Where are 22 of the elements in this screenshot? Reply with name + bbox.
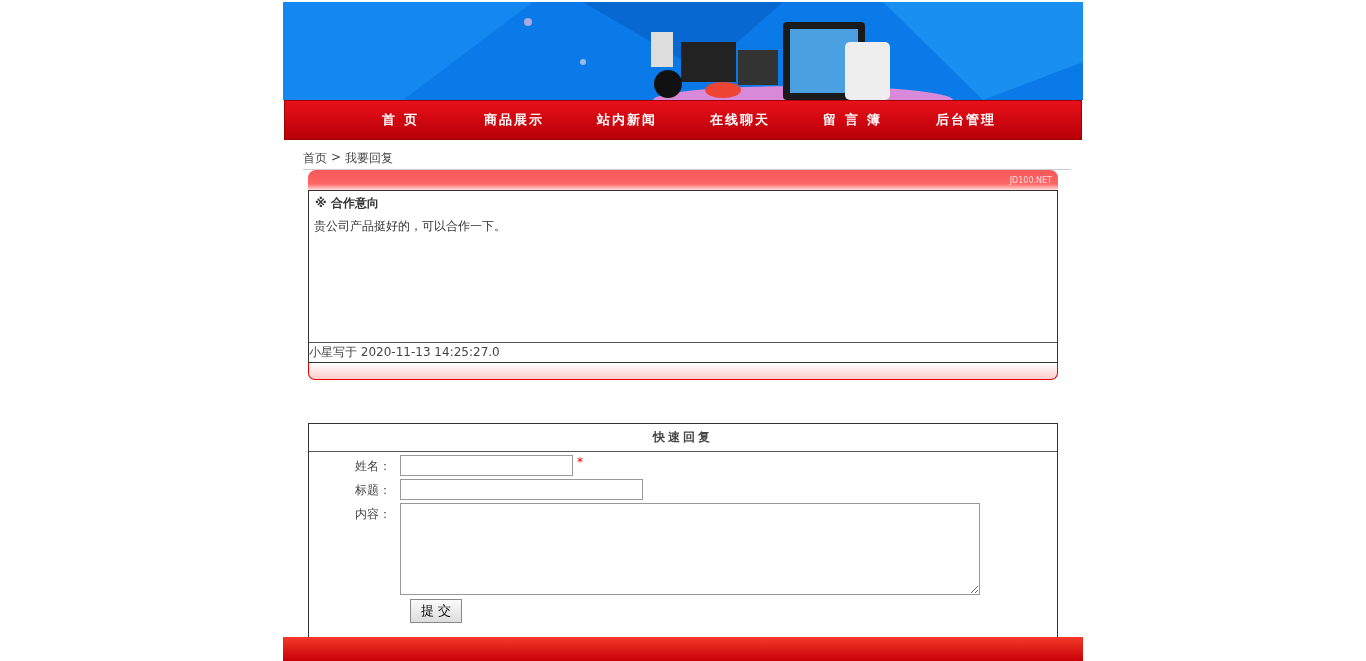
form-title: 快速回复: [309, 424, 1057, 452]
content-field[interactable]: [400, 503, 980, 595]
breadcrumb-current: 我要回复: [345, 150, 394, 167]
input-field[interactable]: [400, 479, 643, 500]
nav-link[interactable]: 在线聊天: [683, 111, 796, 129]
required-mark: *: [577, 455, 583, 469]
input-field[interactable]: [400, 455, 573, 476]
nav-link[interactable]: 首 页: [344, 111, 457, 129]
nav-link[interactable]: 商品展示: [457, 111, 570, 129]
nav-link[interactable]: 留 言 簿: [796, 111, 909, 129]
submit-button[interactable]: 提 交: [410, 599, 463, 623]
breadcrumb-separator: >: [331, 150, 342, 166]
message-footer: 小星写于 2020-11-13 14:25:27.0: [309, 342, 1057, 362]
field-label: 标题：: [354, 482, 391, 499]
field-label: 姓名：: [354, 458, 391, 475]
brand-mark: JD100.NET: [1009, 175, 1052, 185]
field-label: 内容：: [354, 506, 391, 523]
message-title: ※ 合作意向: [314, 195, 380, 212]
nav-link[interactable]: 后台管理: [909, 111, 1022, 129]
nav-link[interactable]: 站内新闻: [570, 111, 683, 129]
breadcrumb-link[interactable]: 首页: [303, 150, 327, 167]
message-body: 贵公司产品挺好的，可以合作一下。: [314, 219, 506, 233]
